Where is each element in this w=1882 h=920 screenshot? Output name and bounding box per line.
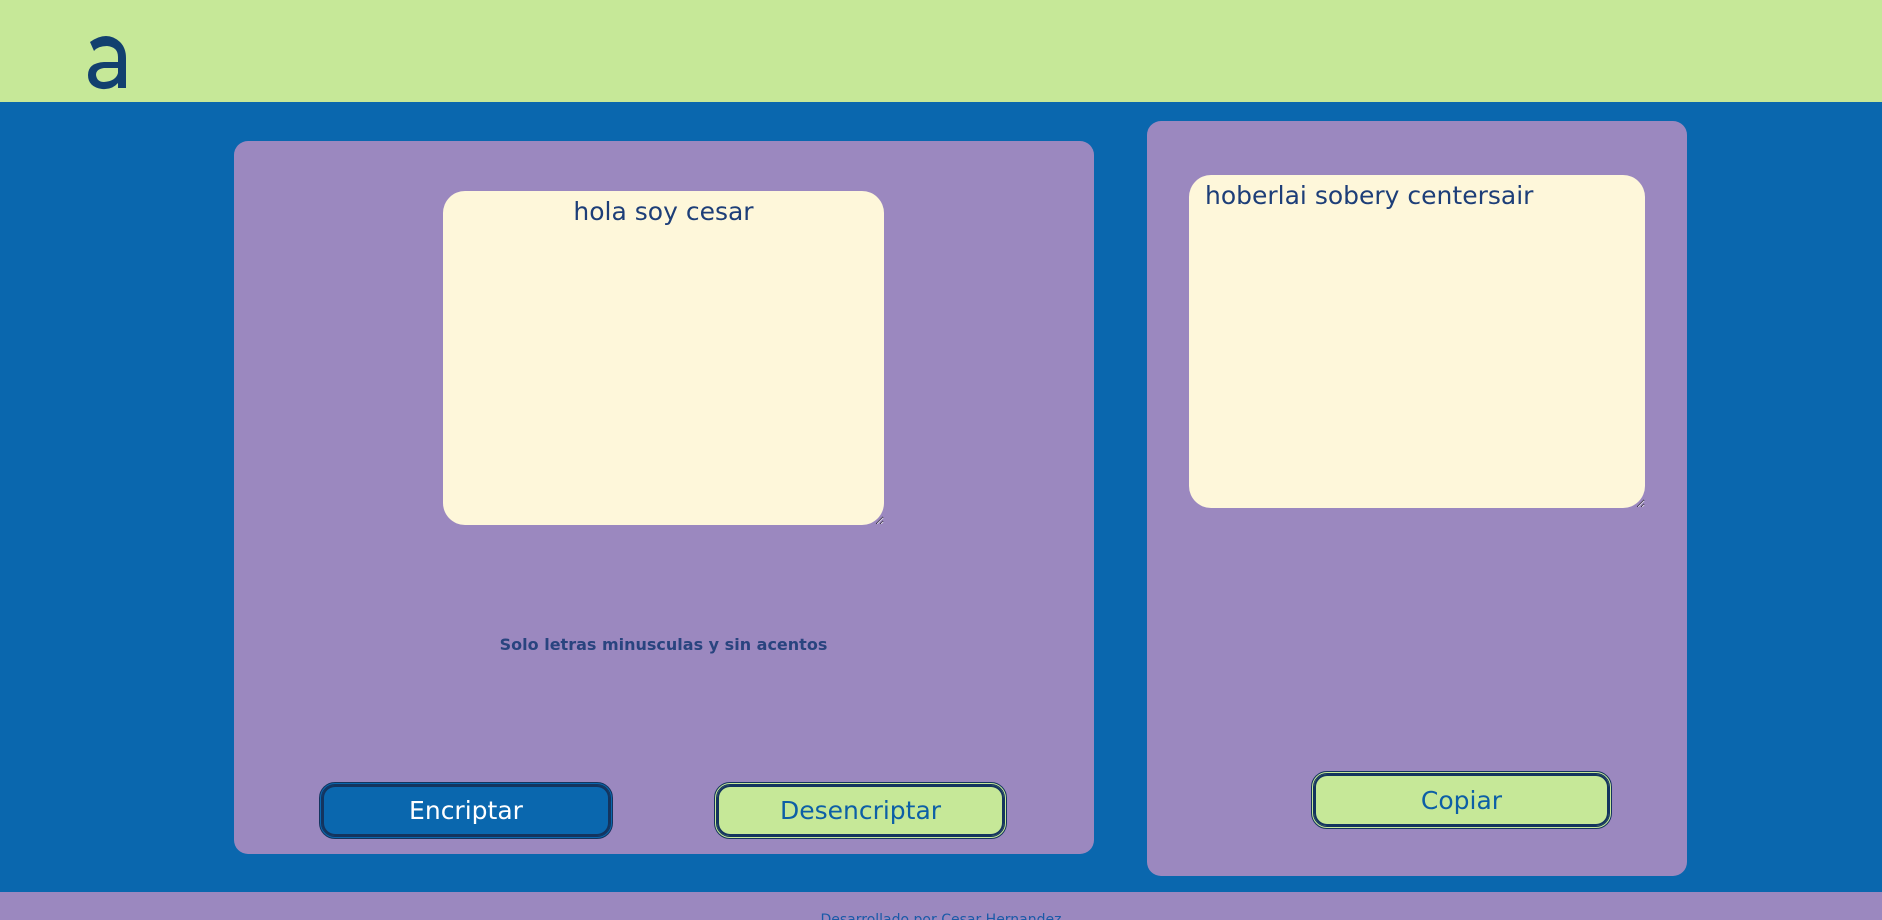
output-textarea[interactable] <box>1189 175 1645 508</box>
page-header <box>0 0 1882 102</box>
input-hint: Solo letras minusculas y sin acentos <box>499 635 828 654</box>
footer-text: Desarrollado por Cesar Hernandez <box>820 912 1062 920</box>
alura-logo-icon[interactable] <box>82 30 132 100</box>
encrypt-button[interactable]: Encriptar <box>319 782 613 839</box>
copy-button[interactable]: Copiar <box>1311 771 1612 829</box>
page-footer: Desarrollado por Cesar Hernandez <box>0 892 1882 920</box>
decrypt-button[interactable]: Desencriptar <box>714 782 1007 839</box>
input-textarea[interactable] <box>443 191 884 525</box>
